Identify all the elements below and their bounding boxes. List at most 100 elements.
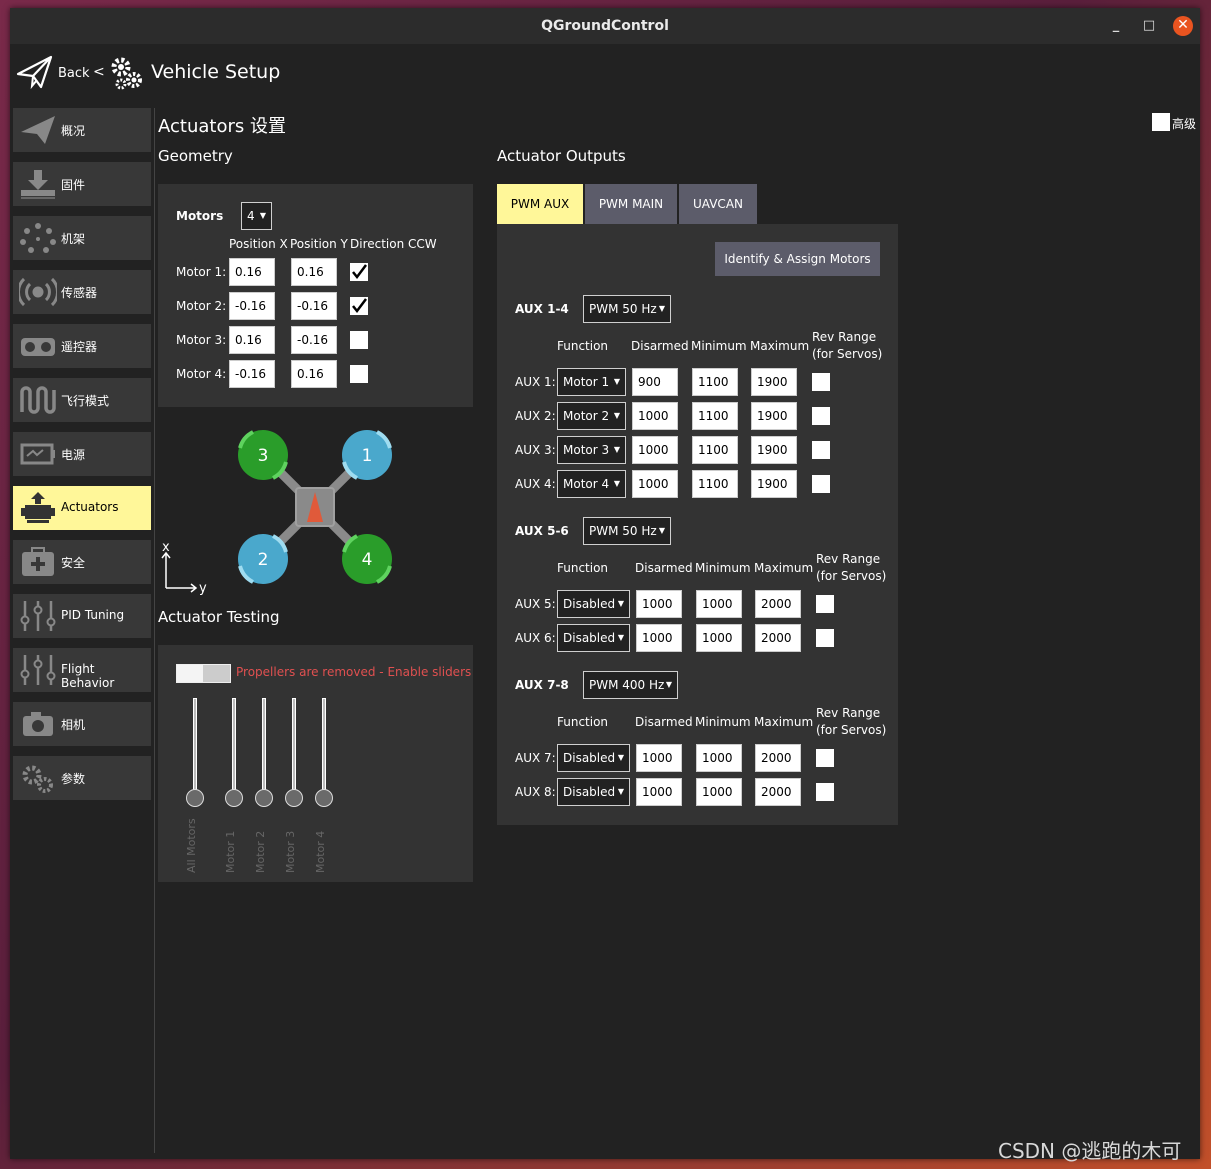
aux-1-minimum-input[interactable]: 1100 bbox=[692, 368, 738, 396]
motor-2-ccw-checkbox[interactable] bbox=[350, 297, 368, 315]
sidebar-item-pid-tuning[interactable]: PID Tuning bbox=[13, 594, 151, 638]
aux-4-disarmed-input[interactable]: 1000 bbox=[632, 470, 678, 498]
maximize-button[interactable]: □ bbox=[1139, 16, 1159, 36]
tab-pwm-aux[interactable]: PWM AUX bbox=[497, 184, 583, 224]
col-header-direction-ccw: Direction CCW bbox=[350, 237, 437, 251]
aux-2-rev-range-checkbox[interactable] bbox=[812, 407, 830, 425]
identify-assign-motors-button[interactable]: Identify & Assign Motors bbox=[715, 242, 880, 276]
motor-4-ccw-checkbox[interactable] bbox=[350, 365, 368, 383]
col-header-function: Function bbox=[557, 339, 609, 353]
slider-motor-1[interactable]: Motor 1 bbox=[224, 698, 244, 878]
aux-1-function-select[interactable]: Motor 1 ▼ bbox=[557, 368, 626, 396]
sidebar-item-firmware[interactable]: 固件 bbox=[13, 162, 151, 206]
enable-sliders-toggle[interactable] bbox=[176, 664, 231, 683]
motor-1-ccw-checkbox[interactable] bbox=[350, 263, 368, 281]
aux-6-function-select[interactable]: Disabled ▼ bbox=[557, 624, 630, 652]
aux-1-4-rate-select[interactable]: PWM 50 Hz ▼ bbox=[583, 295, 671, 323]
sidebar-item-airframe[interactable]: 机架 bbox=[13, 216, 151, 260]
aux-row-label: AUX 3: bbox=[515, 443, 556, 457]
aux-6-minimum-input[interactable]: 1000 bbox=[696, 624, 742, 652]
col-header-position-x: Position X bbox=[229, 237, 288, 251]
slider-motor-3[interactable]: Motor 3 bbox=[284, 698, 304, 878]
sidebar-item-safety[interactable]: 安全 bbox=[13, 540, 151, 584]
aux-8-function-select[interactable]: Disabled ▼ bbox=[557, 778, 630, 806]
sidebar-item-parameters[interactable]: 参数 bbox=[13, 756, 151, 800]
aux-7-function-select[interactable]: Disabled ▼ bbox=[557, 744, 630, 772]
aux-5-maximum-input[interactable]: 2000 bbox=[755, 590, 801, 618]
gears-icon bbox=[22, 765, 53, 793]
motor-row-label: Motor 4: bbox=[176, 367, 227, 381]
slider-all-motors[interactable]: All Motors bbox=[185, 698, 205, 878]
aux-2-disarmed-input[interactable]: 1000 bbox=[632, 402, 678, 430]
aux-2-function-select[interactable]: Motor 2 ▼ bbox=[557, 402, 626, 430]
aux-7-minimum-input[interactable]: 1000 bbox=[696, 744, 742, 772]
aux-3-rev-range-checkbox[interactable] bbox=[812, 441, 830, 459]
advanced-checkbox[interactable] bbox=[1152, 113, 1170, 131]
motor-2-position-x[interactable]: -0.16 bbox=[229, 292, 275, 320]
aux-8-rev-range-checkbox[interactable] bbox=[816, 783, 834, 801]
slider-motor-2[interactable]: Motor 2 bbox=[254, 698, 274, 878]
aux-7-maximum-input[interactable]: 2000 bbox=[755, 744, 801, 772]
minimize-button[interactable]: _ bbox=[1106, 16, 1126, 36]
motor-3-position-y[interactable]: -0.16 bbox=[291, 326, 337, 354]
aux-6-rev-range-checkbox[interactable] bbox=[816, 629, 834, 647]
sidebar-item-label: 参数 bbox=[61, 772, 86, 786]
aux-5-disarmed-input[interactable]: 1000 bbox=[636, 590, 682, 618]
aux-5-function-select[interactable]: Disabled ▼ bbox=[557, 590, 630, 618]
sidebar-item-sensors[interactable]: 传感器 bbox=[13, 270, 151, 314]
sidebar-item-label: 固件 bbox=[61, 178, 86, 192]
aux-2-maximum-input[interactable]: 1900 bbox=[751, 402, 797, 430]
sidebar-item-flight-modes[interactable]: 飞行模式 bbox=[13, 378, 151, 422]
col-header-minimum: Minimum bbox=[695, 561, 751, 575]
aux-6-maximum-input[interactable]: 2000 bbox=[755, 624, 801, 652]
aux-8-disarmed-input[interactable]: 1000 bbox=[636, 778, 682, 806]
motor-4-position-y[interactable]: 0.16 bbox=[291, 360, 337, 388]
aux-1-disarmed-input[interactable]: 900 bbox=[632, 368, 678, 396]
motors-count-select[interactable]: 4 ▼ bbox=[241, 202, 272, 230]
paper-plane-icon bbox=[21, 116, 55, 144]
sidebar-item-camera[interactable]: 相机 bbox=[13, 702, 151, 746]
tab-uavcan[interactable]: UAVCAN bbox=[679, 184, 757, 224]
slider-label: Motor 3 bbox=[284, 830, 297, 873]
aux-3-maximum-input[interactable]: 1900 bbox=[751, 436, 797, 464]
col-header-disarmed: Disarmed bbox=[635, 715, 693, 729]
slider-motor-4[interactable]: Motor 4 bbox=[314, 698, 334, 878]
sidebar-item-power[interactable]: 电源 bbox=[13, 432, 151, 476]
aux-4-function-select[interactable]: Motor 4 ▼ bbox=[557, 470, 626, 498]
tab-pwm-main[interactable]: PWM MAIN bbox=[585, 184, 677, 224]
sidebar-item-radio[interactable]: 遥控器 bbox=[13, 324, 151, 368]
aux-7-rev-range-checkbox[interactable] bbox=[816, 749, 834, 767]
aux-1-rev-range-checkbox[interactable] bbox=[812, 373, 830, 391]
close-button[interactable]: ✕ bbox=[1173, 16, 1193, 36]
aux-8-maximum-input[interactable]: 2000 bbox=[755, 778, 801, 806]
motor-2-position-y[interactable]: -0.16 bbox=[291, 292, 337, 320]
aux-2-minimum-input[interactable]: 1100 bbox=[692, 402, 738, 430]
sidebar-item-label: 相机 bbox=[61, 718, 86, 732]
aux-5-6-rate-select[interactable]: PWM 50 Hz ▼ bbox=[583, 517, 671, 545]
back-button[interactable]: Back bbox=[58, 66, 90, 81]
aux-4-rev-range-checkbox[interactable] bbox=[812, 475, 830, 493]
motor-3-position-x[interactable]: 0.16 bbox=[229, 326, 275, 354]
advanced-label: 高级 bbox=[1172, 117, 1197, 131]
aux-7-disarmed-input[interactable]: 1000 bbox=[636, 744, 682, 772]
aux-5-minimum-input[interactable]: 1000 bbox=[696, 590, 742, 618]
aux-7-8-rate-select[interactable]: PWM 400 Hz ▼ bbox=[583, 671, 678, 699]
aux-3-function-select[interactable]: Motor 3 ▼ bbox=[557, 436, 626, 464]
aux-1-maximum-input[interactable]: 1900 bbox=[751, 368, 797, 396]
sidebar-item-flight-behavior[interactable]: Flight Behavior bbox=[13, 648, 151, 692]
motor-1-position-y[interactable]: 0.16 bbox=[291, 258, 337, 286]
aux-3-disarmed-input[interactable]: 1000 bbox=[632, 436, 678, 464]
sidebar-item-actuators[interactable]: Actuators bbox=[13, 486, 151, 530]
motor-3-ccw-checkbox[interactable] bbox=[350, 331, 368, 349]
paper-plane-icon[interactable] bbox=[16, 54, 54, 90]
aux-6-disarmed-input[interactable]: 1000 bbox=[636, 624, 682, 652]
motor-4-position-x[interactable]: -0.16 bbox=[229, 360, 275, 388]
aux-3-minimum-input[interactable]: 1100 bbox=[692, 436, 738, 464]
aux-4-minimum-input[interactable]: 1100 bbox=[692, 470, 738, 498]
aux-8-minimum-input[interactable]: 1000 bbox=[696, 778, 742, 806]
motor-1: 1 bbox=[342, 430, 392, 480]
aux-5-rev-range-checkbox[interactable] bbox=[816, 595, 834, 613]
aux-4-maximum-input[interactable]: 1900 bbox=[751, 470, 797, 498]
sidebar-item-summary[interactable]: 概况 bbox=[13, 108, 151, 152]
motor-1-position-x[interactable]: 0.16 bbox=[229, 258, 275, 286]
